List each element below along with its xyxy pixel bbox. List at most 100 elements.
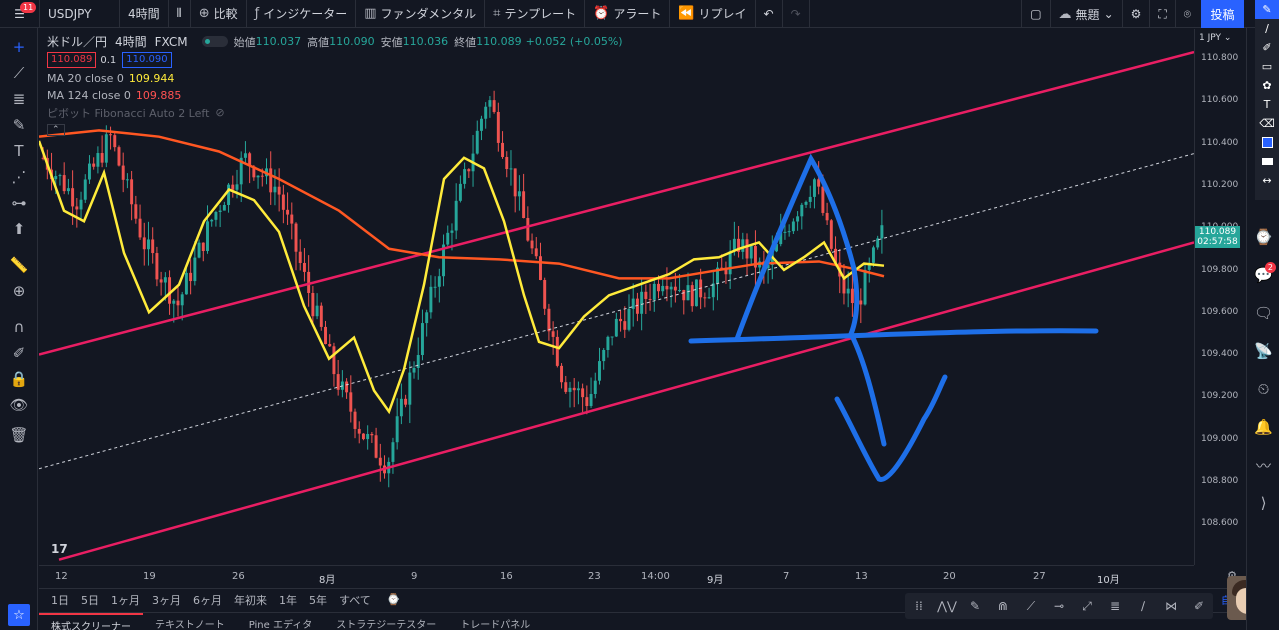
time-tick-label: 26 [232,571,245,582]
pivot-legend-row[interactable]: ピボット Fibonacci Auto 2 Left ⊘ [47,104,623,121]
range-3m[interactable]: 3ヶ月 [152,592,181,608]
range-5d[interactable]: 5日 [81,592,99,608]
zoom-tool[interactable]: ⊕ [0,278,38,304]
head-shoulders-icon[interactable]: ⋒ [989,599,1017,613]
pulse-button[interactable]: 〰 [1247,446,1279,484]
rect-tool[interactable]: ▭ [1255,57,1279,76]
range-ytd[interactable]: 年初来 [234,592,267,608]
redo-button[interactable]: ↷ [783,0,810,28]
range-1y[interactable]: 1年 [279,592,297,608]
drag-handle-icon[interactable]: ⁞⁞ [905,599,933,613]
candle-body [728,251,732,275]
xabcd-icon[interactable]: ⋈ [1157,599,1185,613]
trend-line-fav-icon[interactable]: ⟋ [1017,599,1045,614]
candle-body [298,251,302,263]
panel-toggle-button[interactable]: ⟩ [1247,484,1279,522]
lock-tool[interactable]: 🔒 [0,366,38,392]
fib-tool[interactable]: ≣ [0,86,38,112]
tab-stock-screener[interactable]: 株式スクリーナー [39,613,143,630]
chart-type-button[interactable]: ⫴ [169,0,191,28]
replay-button[interactable]: ⏪ リプレイ [670,0,756,28]
notifications-button[interactable]: 🔔 [1247,408,1279,446]
snapshot-button[interactable]: ⌾ [1174,0,1199,28]
chat-button[interactable]: 💬 2 [1247,256,1279,294]
horizontal-ray-icon[interactable]: ⊸ [1045,599,1073,613]
brush-fav-icon[interactable]: ✎ [961,599,989,613]
prediction-tool[interactable]: ⊶ [0,190,38,216]
market-status-toggle[interactable] [201,36,228,47]
hide-tool[interactable]: 👁 [0,392,38,418]
trend-line-tool[interactable]: ⟋ [0,60,38,86]
ma20-legend-row[interactable]: MA 20 close 0 109.944 [47,70,623,87]
pattern-tool[interactable]: ⋰ [0,164,38,190]
candle-body [850,288,854,304]
price-axis[interactable]: 1 JPY ⌄ 110.800 110.600 110.400 110.200 110.… [1194,29,1245,565]
range-all[interactable]: すべて [339,592,371,608]
pencil-fav-icon[interactable]: ✐ [1185,599,1213,613]
layout-select-button[interactable]: ▢ [1021,0,1049,28]
crosshair-icon: + [12,38,26,56]
color-blue-swatch[interactable] [1255,133,1279,152]
time-axis[interactable]: 1219268月9162314:009月713202710月 ⚙ [39,565,1237,587]
ma124-legend-row[interactable]: MA 124 close 0 109.885 [47,87,623,104]
tab-text-notes[interactable]: テキストノート [143,613,237,630]
marker-tool[interactable]: ✐ [1255,38,1279,57]
width-tool[interactable]: ↔ [1255,171,1279,190]
watchlist-button[interactable]: ⌚ [1247,218,1279,256]
color-white-swatch[interactable] [1255,152,1279,171]
legend-source: FXCM [154,34,188,49]
pattern-fav-icon[interactable]: ⋀⋁ [933,599,961,613]
settings-button[interactable]: ⚙ [1121,0,1150,28]
brush-tool[interactable]: ✎ [0,112,38,138]
tab-trading-panel[interactable]: トレードパネル [448,613,542,630]
layout-name-button[interactable]: ☁ 無題 ⌄ [1049,0,1122,28]
palette-tool[interactable]: ✿ [1255,76,1279,95]
goto-date-icon[interactable]: ⌚ [387,593,401,606]
range-5y[interactable]: 5年 [309,592,327,608]
text-tool[interactable]: T [0,138,38,164]
fib-fav-icon[interactable]: ≣ [1101,599,1129,613]
sell-price-button[interactable]: 110.089 [47,52,97,68]
legend-collapse-row: ⌃ [47,121,623,138]
fullscreen-button[interactable]: ⛶ [1149,0,1174,28]
arrow-tool[interactable]: ⬆ [0,216,38,242]
symbol-search-button[interactable]: USDJPY [40,0,120,28]
streams-button[interactable]: 📡 [1247,332,1279,370]
fundamentals-button[interactable]: ▥ ファンダメンタル [356,0,486,28]
delete-tool[interactable]: 🗑 [0,422,38,448]
candle-body [345,381,349,393]
ideas-button[interactable]: 🗨 [1247,294,1279,332]
ray-fav-icon[interactable]: ⤢ [1073,599,1101,614]
pencil-lock-icon: ✐ [12,344,26,362]
collapse-legend-button[interactable]: ⌃ [47,123,65,136]
eraser-tool[interactable]: ⌫ [1255,114,1279,133]
crosshair-tool[interactable]: + [0,34,38,60]
publish-button[interactable]: 投稿 [1201,0,1244,28]
channel-midline [39,153,1194,470]
compare-button[interactable]: ⊕ 比較 [191,0,247,28]
alert-button[interactable]: ⏰ アラート [585,0,671,28]
calendar-button[interactable]: ⏲ [1247,370,1279,408]
currency-select[interactable]: 1 JPY ⌄ [1199,33,1231,43]
buy-price-button[interactable]: 110.090 [122,52,172,68]
hidden-eye-icon[interactable]: ⊘ [215,106,224,119]
indicators-button[interactable]: ƒ インジケーター [247,0,357,28]
measure-tool[interactable]: 📏 [0,252,38,278]
tab-strategy-tester[interactable]: ストラテジーテスター [324,613,448,630]
line-tool[interactable]: ∕ [1255,19,1279,38]
watchlist-star-button[interactable]: ☆ [8,604,30,626]
interval-button[interactable]: 4時間 [120,0,169,28]
favorite-drawings-toolbar: ⁞⁞ ⋀⋁ ✎ ⋒ ⟋ ⊸ ⤢ ≣ ∕ ⋈ ✐ [905,593,1213,619]
pen-active-tool[interactable]: ✎ [1255,0,1279,19]
main-menu-button[interactable]: ☰ 11 [0,0,40,28]
range-1d[interactable]: 1日 [51,592,69,608]
range-1m[interactable]: 1ヶ月 [111,592,140,608]
range-6m[interactable]: 6ヶ月 [193,592,222,608]
stay-drawing-tool[interactable]: ✐ [0,340,38,366]
templates-button[interactable]: ⌗ テンプレート [485,0,586,28]
line-fav-icon[interactable]: ∕ [1129,599,1157,613]
undo-button[interactable]: ↶ [756,0,783,28]
magnet-tool[interactable]: ∩ [0,314,38,340]
tab-pine-editor[interactable]: Pine エディタ [237,613,325,630]
text-overlay-tool[interactable]: T [1255,95,1279,114]
